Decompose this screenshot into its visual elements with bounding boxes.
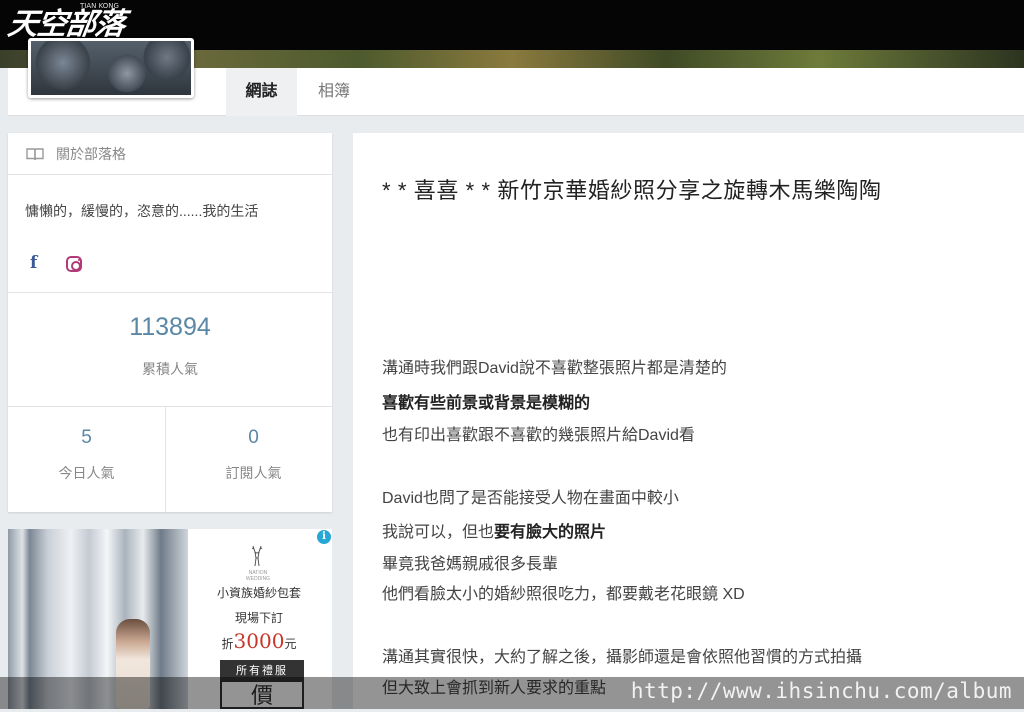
paragraph: 溝通其實很快，大約了解之後，攝影師還是會依照他習慣的方式拍攝 <box>382 649 863 666</box>
post-title[interactable]: * * 喜喜 * * 新竹京華婚紗照分享之旋轉木馬樂陶陶 <box>382 173 882 205</box>
ad-discount: 折3000元 <box>214 629 304 653</box>
paragraph: 我說可以，但也要有臉大的照片 <box>382 518 606 542</box>
paragraph: 溝通時我們跟David說不喜歡整張照片都是清楚的 <box>382 360 727 377</box>
about-heading: 關於部落格 <box>56 145 126 162</box>
divider <box>8 406 332 407</box>
blog-avatar[interactable] <box>28 38 194 98</box>
today-views-label: 今日人氣 <box>58 465 115 481</box>
deer-icon <box>251 545 263 567</box>
blog-description: 慵懶的，緩慢的，恣意的......我的生活 <box>25 203 259 219</box>
book-icon <box>26 147 44 160</box>
tab-album[interactable]: 相簿 <box>304 68 364 116</box>
tab-blog[interactable]: 網誌 <box>226 68 297 116</box>
total-views-label: 累積人氣 <box>142 361 198 377</box>
text: 我說可以，但也 <box>382 524 495 541</box>
ad-brand: NATION WEDDING <box>245 570 271 582</box>
paragraph: 喜歡有些前景或背景是模糊的 <box>382 389 590 413</box>
about-header: 關於部落格 <box>8 133 332 175</box>
ad-info-icon[interactable]: i <box>317 530 331 544</box>
watermark-bar: http://www.ihsinchu.com/album <box>0 677 1024 709</box>
today-views-count: 5 <box>81 427 92 448</box>
logo-superscript: TIAN KONG <box>80 2 119 10</box>
instagram-dot <box>78 259 80 261</box>
stat-divider <box>165 407 166 512</box>
article: * * 喜喜 * * 新竹京華婚紗照分享之旋轉木馬樂陶陶 溝通時我們跟David… <box>353 133 1024 709</box>
divider <box>8 292 332 293</box>
subscribers-label: 訂閱人氣 <box>225 465 282 481</box>
paragraph: 也有印出喜歡跟不喜歡的幾張照片給David看 <box>382 427 695 444</box>
subscribers-count: 0 <box>248 427 259 448</box>
total-views-count: 113894 <box>129 313 211 341</box>
ad-discount-amount: 3000 <box>233 629 285 653</box>
watermark-url: http://www.ihsinchu.com/album <box>630 679 1012 703</box>
paragraph: 畢竟我爸媽親戚很多長輩 <box>382 556 559 573</box>
ad-subline: 現場下訂 <box>234 611 283 625</box>
bold-text: 要有臉大的照片 <box>494 524 607 541</box>
facebook-icon[interactable]: f <box>30 253 44 273</box>
paragraph: David也問了是否能接受人物在畫面中較小 <box>382 490 679 507</box>
ad-discount-prefix: 折 <box>221 637 234 651</box>
ad-headline: 小資族婚紗包套 <box>216 586 301 600</box>
instagram-icon[interactable] <box>66 256 82 272</box>
ad-discount-suffix: 元 <box>284 637 297 651</box>
bold-text: 喜歡有些前景或背景是模糊的 <box>382 395 591 412</box>
paragraph: 他們看臉太小的婚紗照很吃力，都要戴老花眼鏡 XD <box>382 586 745 603</box>
about-card: 關於部落格 慵懶的，緩慢的，恣意的......我的生活 f 113894 累積人… <box>8 133 332 512</box>
